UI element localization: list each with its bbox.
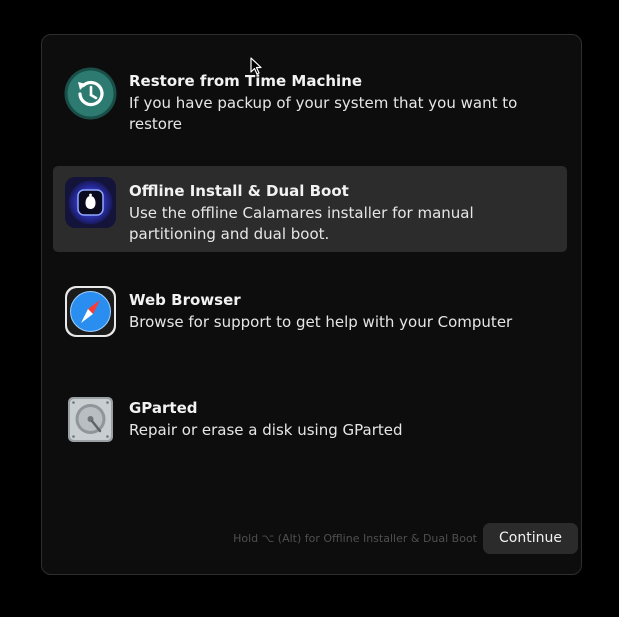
option-description: Repair or erase a disk using GParted — [129, 421, 403, 439]
hard-disk-icon — [64, 393, 117, 446]
option-description: Browse for support to get help with your… — [129, 313, 513, 331]
option-title: GParted — [129, 399, 198, 417]
option-description: If you have packup of your system that y… — [129, 94, 518, 133]
option-title: Web Browser — [129, 291, 241, 309]
time-machine-icon — [64, 67, 117, 120]
continue-button[interactable]: Continue — [483, 523, 578, 554]
alt-key-hint: Hold ⌥ (Alt) for Offline Installer & Dua… — [233, 532, 477, 545]
option-title: Restore from Time Machine — [129, 72, 363, 90]
option-offline-install[interactable]: Offline Install & Dual Boot Use the offl… — [53, 166, 567, 252]
recovery-window: Restore from Time Machine If you have pa… — [41, 34, 582, 575]
safari-compass-icon — [64, 285, 117, 338]
installer-icon — [64, 176, 117, 229]
mouse-pointer-icon — [250, 57, 262, 75]
option-web-browser[interactable]: Web Browser Browse for support to get he… — [53, 275, 567, 345]
option-title: Offline Install & Dual Boot — [129, 182, 349, 200]
option-restore-time-machine[interactable]: Restore from Time Machine If you have pa… — [53, 59, 567, 139]
option-description: Use the offline Calamares installer for … — [129, 204, 474, 243]
option-gparted[interactable]: GParted Repair or erase a disk using GPa… — [53, 383, 567, 453]
